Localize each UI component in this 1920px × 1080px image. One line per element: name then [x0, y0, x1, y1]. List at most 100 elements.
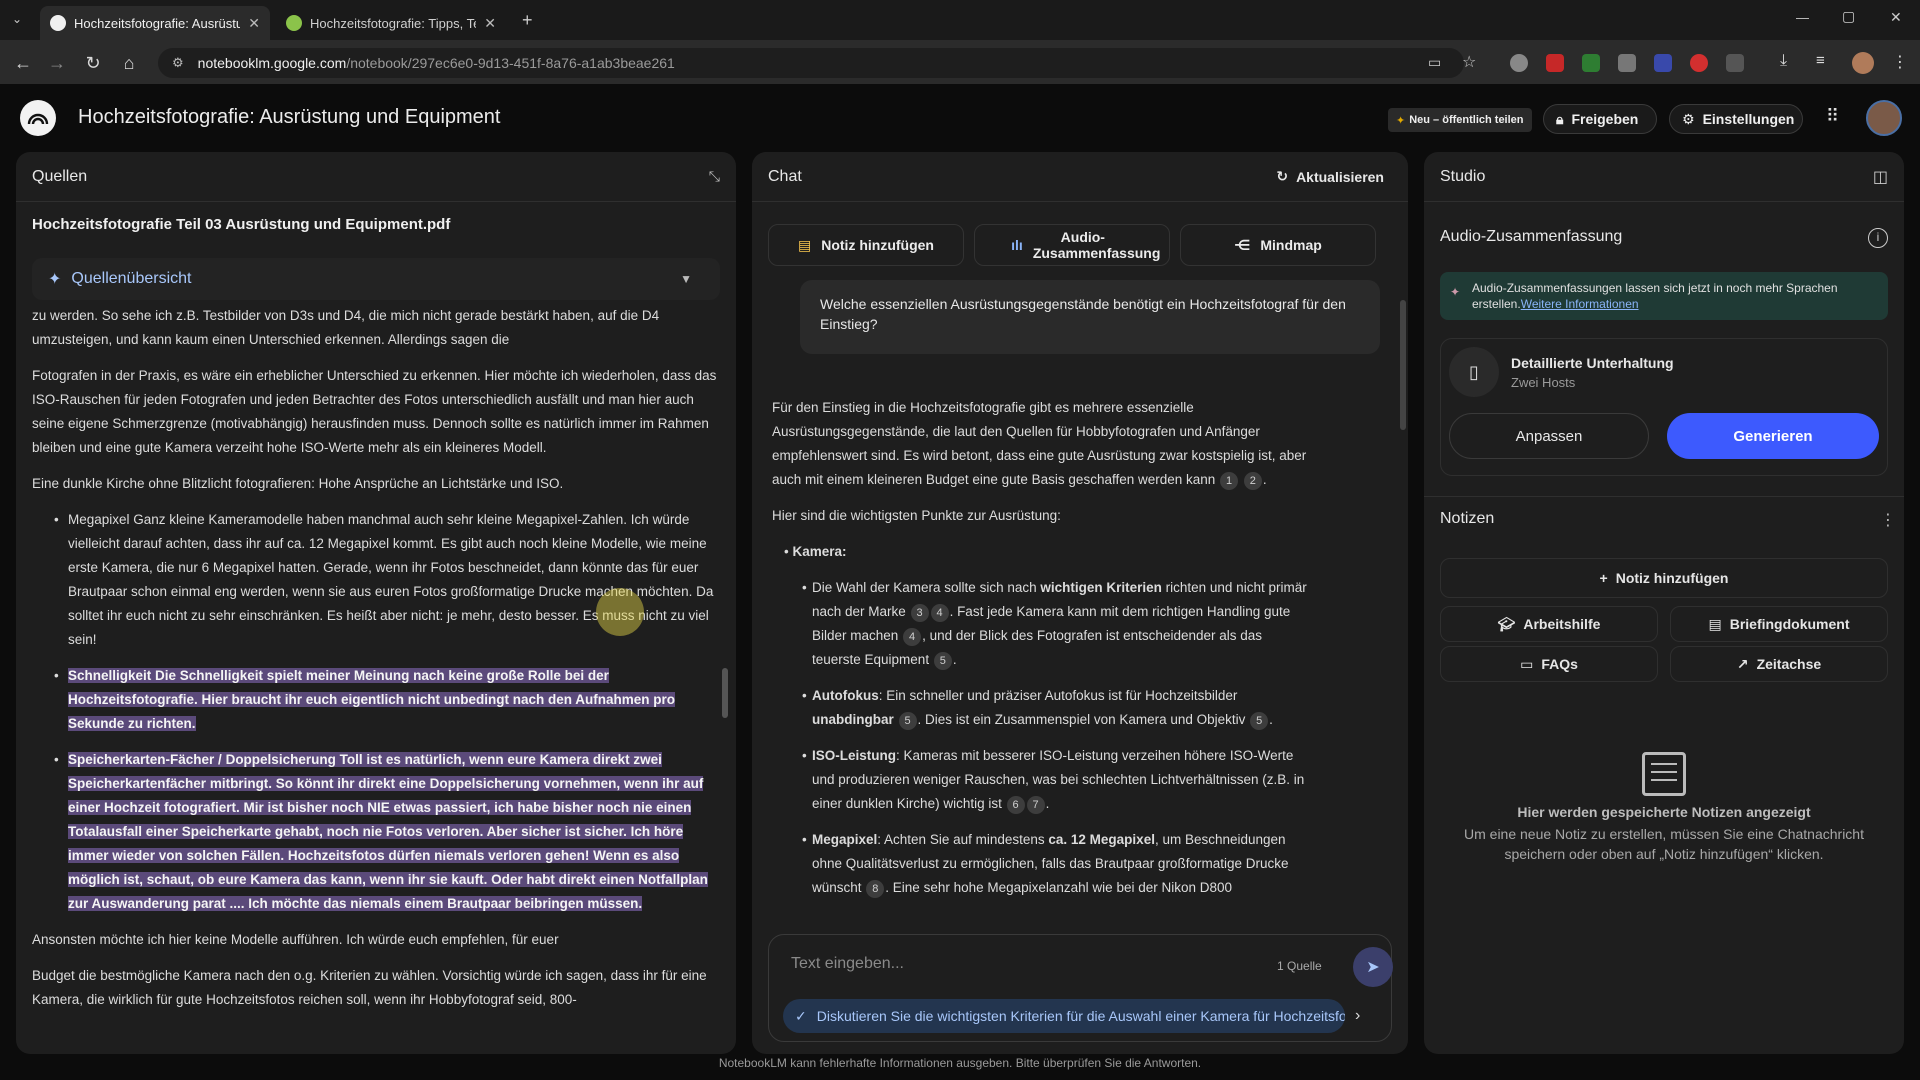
home-icon[interactable]: ⌂ [118, 52, 140, 74]
disclaimer-footer: NotebookLM kann fehlerhafte Informatione… [718, 1056, 1202, 1070]
new-tab-button[interactable]: + [522, 10, 533, 31]
chat-input[interactable]: Text eingeben... [791, 955, 904, 973]
chat-title: Chat [768, 167, 802, 185]
source-overview-toggle[interactable]: ✦ Quellenübersicht ▼ [32, 258, 720, 300]
source-bullet-highlighted: Speicherkarten-Fächer / Doppelsicherung … [50, 748, 722, 916]
forward-arrow-icon[interactable]: → [46, 52, 68, 74]
url-host: notebooklm.google.com [197, 55, 347, 71]
toggle-panel-icon[interactable]: ◫ [1873, 167, 1888, 187]
close-tab-icon[interactable]: ✕ [484, 15, 496, 32]
notebook-title[interactable]: Hochzeitsfotografie: Ausrüstung und Equi… [78, 106, 500, 129]
extension-icon[interactable] [1654, 54, 1672, 72]
settings-button[interactable]: ⚙ Einstellungen [1669, 104, 1803, 134]
address-bar[interactable]: ⚙ notebooklm.google.com/notebook/297ec6e… [158, 48, 1464, 78]
chevron-right-icon[interactable]: › [1355, 1007, 1360, 1025]
tab-search-button[interactable]: ⌄ [12, 12, 22, 26]
audio-wave-icon: ılı [1011, 237, 1023, 253]
chat-scrollbar[interactable] [1400, 300, 1406, 430]
refresh-button[interactable]: ↻ Aktualisieren [1276, 168, 1384, 185]
citation-badge[interactable]: 1 [1220, 472, 1239, 490]
studio-header: Studio ◫ [1424, 152, 1904, 202]
source-bullet-highlighted: Schnelligkeit Die Schnelligkeit spielt m… [50, 664, 722, 736]
citation-badge[interactable]: 3 [910, 604, 929, 622]
send-icon: ➤ [1366, 959, 1380, 976]
answer-point: Die Wahl der Kamera sollte sich nach wic… [772, 576, 1312, 672]
citation-badge[interactable]: 6 [1006, 796, 1025, 814]
media-icon[interactable]: ≡ [1816, 52, 1825, 69]
browser-menu-icon[interactable]: ⋮ [1892, 52, 1908, 72]
add-note-studio-button[interactable]: + Notiz hinzufügen [1440, 558, 1888, 598]
install-app-icon[interactable]: ▭ [1428, 54, 1441, 71]
timeline-button[interactable]: ↗ Zeitachse [1670, 646, 1888, 682]
source-scrollbar[interactable] [722, 668, 728, 718]
citation-badge[interactable]: 5 [1250, 712, 1269, 730]
customize-button[interactable]: Anpassen [1449, 413, 1649, 459]
generate-button[interactable]: Generieren [1667, 413, 1879, 459]
audio-summary-button[interactable]: ılı Audio-Zusammenfassung [974, 224, 1170, 266]
citation-badge[interactable]: 4 [903, 628, 922, 646]
extensions-puzzle-icon[interactable] [1726, 54, 1744, 72]
notebooklm-favicon [50, 15, 66, 31]
citation-badge[interactable]: 4 [930, 604, 949, 622]
notes-title: Notizen [1440, 510, 1495, 527]
sources-title: Quellen [32, 167, 88, 185]
suggested-question[interactable]: ✓ Diskutieren Sie die wichtigsten Kriter… [783, 999, 1345, 1033]
extension-icon[interactable] [1510, 54, 1528, 72]
refresh-icon: ↻ [1276, 168, 1289, 184]
extension-icon[interactable] [1546, 54, 1564, 72]
citation-badge[interactable]: 2 [1243, 472, 1262, 490]
notes-menu-icon[interactable]: ⋮ [1880, 510, 1896, 530]
mindmap-button[interactable]: ⋲ Mindmap [1180, 224, 1376, 266]
download-icon[interactable]: ⤓ [1780, 52, 1787, 70]
language-banner: ✦ Audio-Zusammenfassungen lassen sich je… [1440, 272, 1888, 320]
browser-tab-active[interactable]: Hochzeitsfotografie: Ausrüstung ✕ [40, 6, 270, 40]
extension-icon[interactable] [1690, 54, 1708, 72]
minimize-button[interactable]: — [1796, 10, 1809, 25]
answer-point: ISO-Leistung: Kameras mit besserer ISO-L… [772, 744, 1312, 816]
source-paragraph: Eine dunkle Kirche ohne Blitzlicht fotog… [32, 476, 564, 491]
extension-icon[interactable] [1618, 54, 1636, 72]
browser-tab[interactable]: Hochzeitsfotografie: Tipps, Tech ✕ [276, 6, 506, 40]
sparkle-icon: ✦ [48, 271, 62, 288]
source-count: 1 Quelle [1277, 959, 1322, 973]
citation-badge[interactable]: 5 [898, 712, 917, 730]
site-info-icon[interactable]: ⚙ [172, 55, 184, 71]
faq-button[interactable]: ▭ FAQs [1440, 646, 1658, 682]
answer-intro: Für den Einstieg in die Hochzeitsfotogra… [772, 396, 1312, 492]
profile-avatar[interactable] [1852, 52, 1874, 74]
send-button[interactable]: ➤ [1353, 947, 1393, 987]
source-file-name: Hochzeitsfotografie Teil 03 Ausrüstung u… [32, 216, 451, 233]
learn-more-link[interactable]: Weitere Informationen [1521, 297, 1639, 311]
reload-icon[interactable]: ↻ [82, 52, 104, 74]
collapse-panel-icon[interactable]: ⤡ [709, 168, 720, 185]
add-note-button[interactable]: ▤ Notiz hinzufügen [768, 224, 964, 266]
studio-panel: Studio ◫ Audio-Zusammenfassung i ✦ Audio… [1424, 152, 1904, 1054]
study-guide-button[interactable]: 🎓︎ Arbeitshilfe [1440, 606, 1658, 642]
share-button[interactable]: 🔒︎ Freigeben [1543, 104, 1657, 134]
empty-notes-icon [1642, 752, 1686, 796]
bookmark-star-icon[interactable]: ☆ [1462, 52, 1476, 72]
restore-button[interactable]: ▢ [1842, 8, 1855, 25]
sources-header: Quellen ⤡ [16, 152, 736, 202]
source-overview-label: Quellenübersicht [71, 270, 192, 287]
gear-icon: ⚙ [1682, 110, 1695, 127]
info-icon[interactable]: i [1868, 228, 1888, 248]
conversation-icon: ▯ [1449, 347, 1499, 397]
citation-badge[interactable]: 5 [933, 652, 952, 670]
new-public-share-badge[interactable]: ✦ Neu – öffentlich teilen [1388, 108, 1532, 132]
faq-icon: ▭ [1520, 655, 1534, 672]
back-arrow-icon[interactable]: ← [12, 52, 34, 74]
close-tab-icon[interactable]: ✕ [248, 15, 260, 32]
citation-badge[interactable]: 8 [866, 880, 885, 898]
chat-composer: Text eingeben... 1 Quelle ➤ ✓ Diskutiere… [768, 934, 1393, 1042]
briefing-doc-button[interactable]: ▤ Briefingdokument [1670, 606, 1888, 642]
chevron-down-icon: ▼ [680, 272, 692, 286]
apps-grid-icon[interactable]: ⠿ [1826, 106, 1839, 127]
answer-point: Autofokus: Ein schneller und präziser Au… [772, 684, 1312, 732]
notebooklm-logo[interactable] [20, 100, 56, 136]
citation-badge[interactable]: 7 [1026, 796, 1045, 814]
account-avatar[interactable] [1866, 100, 1902, 136]
extension-icon[interactable] [1582, 54, 1600, 72]
mindmap-icon: ⋲ [1234, 236, 1251, 253]
close-window-button[interactable]: ✕ [1890, 9, 1902, 26]
